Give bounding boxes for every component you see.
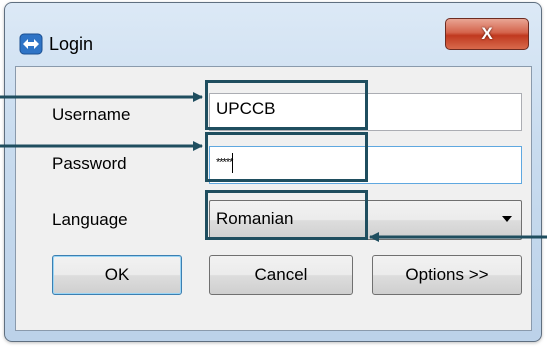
- callout-arrows: [0, 92, 547, 242]
